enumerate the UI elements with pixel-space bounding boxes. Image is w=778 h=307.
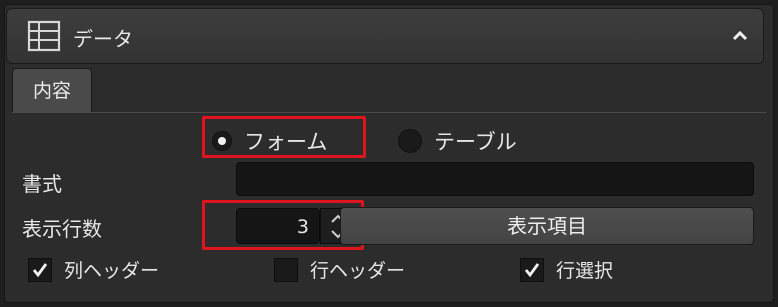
checkbox-column-header[interactable]: 列ヘッダー	[28, 256, 159, 283]
tab-content[interactable]: 内容	[12, 68, 92, 112]
table-icon	[27, 20, 61, 52]
chevron-up-icon[interactable]	[729, 25, 751, 47]
radio-checked-icon	[212, 131, 232, 151]
radio-unchecked-icon	[398, 129, 422, 153]
radio-form-label: フォーム	[244, 130, 328, 154]
radio-table-label: テーブル	[434, 130, 517, 154]
checkbox-row-header-label: 行ヘッダー	[310, 260, 406, 282]
checkbox-row-header[interactable]: 行ヘッダー	[274, 256, 405, 283]
panel-title: データ	[73, 27, 133, 51]
format-field[interactable]	[236, 162, 754, 196]
checkbox-checked-icon	[520, 257, 544, 282]
panel-header[interactable]: データ	[6, 8, 764, 64]
checkbox-row-select-label: 行選択	[556, 260, 614, 282]
checkbox-unchecked-icon	[274, 257, 298, 282]
radio-form[interactable]: フォーム	[212, 126, 327, 156]
checkbox-column-header-label: 列ヘッダー	[64, 260, 160, 282]
rows-stepper[interactable]: 3	[236, 208, 320, 244]
rows-label: 表示行数	[22, 217, 102, 241]
checkbox-checked-icon	[28, 257, 52, 282]
checkbox-row-select[interactable]: 行選択	[520, 256, 613, 283]
display-items-button[interactable]: 表示項目	[340, 207, 754, 245]
radio-table[interactable]: テーブル	[398, 126, 517, 156]
format-label: 書式	[22, 172, 62, 196]
